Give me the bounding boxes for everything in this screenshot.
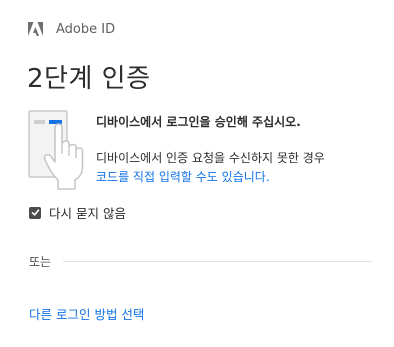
dont-ask-again-checkbox[interactable]: 다시 묻지 않음 (29, 203, 126, 222)
divider-line (63, 260, 372, 262)
checkbox-checked-icon[interactable] (29, 206, 41, 219)
adobe-logo-icon (28, 22, 43, 36)
dont-ask-again-label: 다시 묻지 않음 (49, 206, 126, 221)
brand-header: Adobe ID (28, 20, 115, 38)
or-label: 또는 (29, 254, 52, 269)
choose-other-method-link[interactable]: 다른 로그인 방법 선택 (29, 304, 144, 323)
approve-on-device-message: 디바이스에서 로그인을 승인해 주십시오. (96, 115, 301, 129)
two-step-verification-page: Adobe ID 2단계 인증 디바이스에서 로그인을 승인해 주십시오. 디바… (0, 0, 394, 347)
device-tap-icon (28, 110, 84, 190)
page-title: 2단계 인증 (27, 64, 151, 94)
brand-name: Adobe ID (56, 21, 116, 37)
enter-code-link[interactable]: 코드를 직접 입력할 수도 있습니다. (96, 168, 270, 185)
or-divider: 또는 (29, 253, 372, 269)
not-received-message: 디바이스에서 인증 요청을 수신하지 못한 경우 (96, 151, 325, 165)
